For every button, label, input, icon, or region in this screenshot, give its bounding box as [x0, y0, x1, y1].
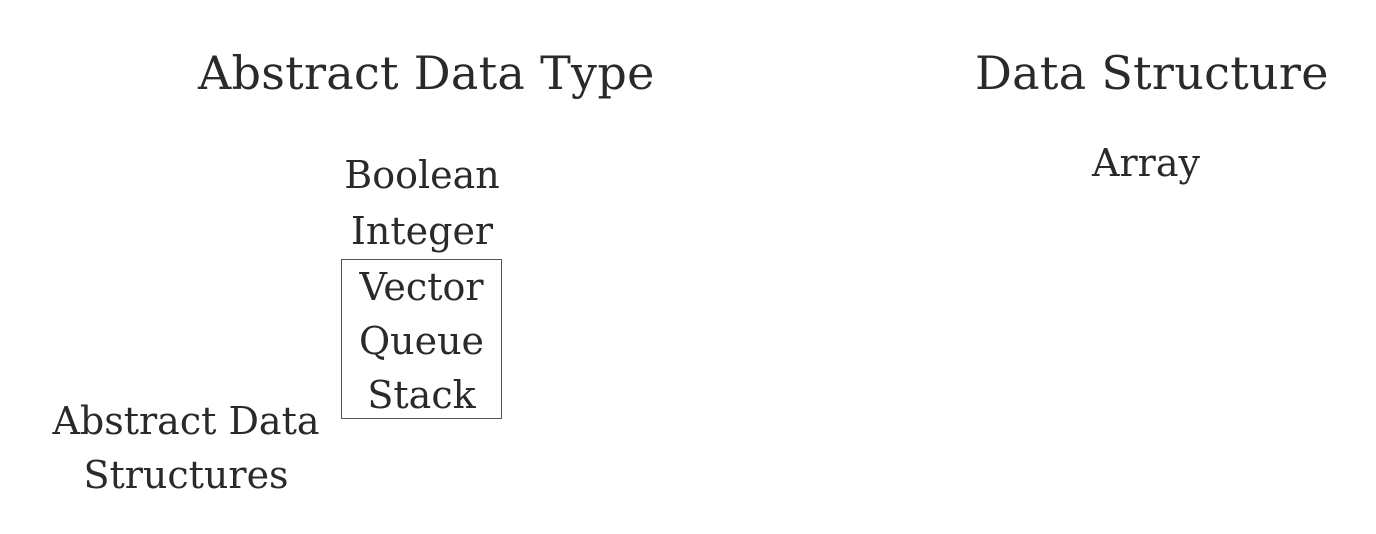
abstract-data-structures-label-line1: Abstract Data	[52, 399, 320, 443]
item-vector: Vector	[359, 265, 484, 309]
item-integer: Integer	[350, 209, 494, 253]
data-structure-heading: Data Structure	[975, 46, 1329, 100]
abstract-data-type-heading: Abstract Data Type	[198, 46, 655, 100]
item-array: Array	[1092, 141, 1200, 185]
item-stack: Stack	[367, 373, 476, 417]
abstract-data-structures-label-line2: Structures	[83, 453, 289, 497]
item-queue: Queue	[358, 319, 485, 363]
item-boolean: Boolean	[344, 153, 500, 197]
abstract-data-structures-box: Vector Queue Stack	[341, 259, 502, 419]
